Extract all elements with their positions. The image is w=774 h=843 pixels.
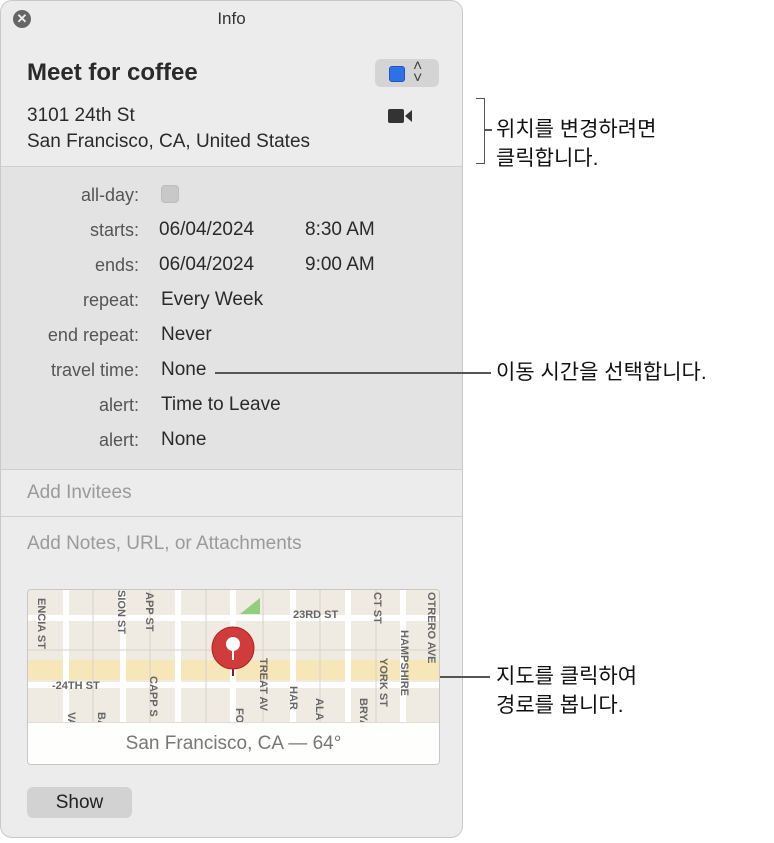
- map-caption: San Francisco, CA — 64°: [28, 722, 439, 764]
- calendar-color-swatch: [389, 66, 405, 82]
- map-street-label: ENCIA ST: [35, 598, 47, 649]
- repeat-label: repeat:: [82, 290, 139, 310]
- location-line1[interactable]: 3101 24th St: [27, 105, 135, 127]
- divider: [1, 469, 462, 470]
- callout-location-line2: 클릭합니다.: [496, 147, 599, 170]
- alert1-value[interactable]: Time to Leave: [161, 394, 281, 416]
- map-street-label: ALA: [313, 698, 325, 721]
- starts-date[interactable]: 06/04/2024: [159, 219, 254, 241]
- travel-time-label: travel time:: [50, 360, 139, 380]
- callout-map-line1: 지도를 클릭하여: [496, 665, 638, 688]
- map-street-label: FO: [233, 708, 245, 722]
- callout-map: 지도를 클릭하여 경로를 봅니다.: [496, 662, 637, 720]
- repeat-value[interactable]: Every Week: [161, 289, 263, 311]
- callout-map-line2: 경로를 봅니다.: [496, 694, 624, 717]
- map-street-label: TREAT AV: [257, 658, 269, 712]
- map-street-label: HAMPSHIRE: [398, 630, 410, 696]
- location-map[interactable]: ENCIA ST SION ST APP ST 23RD ST CT ST OT…: [27, 589, 440, 765]
- callout-location: 위치를 변경하려면 클릭합니다.: [496, 115, 656, 173]
- map-street-label: BARTLE: [95, 712, 107, 722]
- video-camera-icon[interactable]: [388, 108, 412, 124]
- event-info-popover: ✕ Info Meet for coffee ˄ ˅ 3101 24th St S…: [0, 0, 463, 838]
- map-street-label: -24TH ST: [52, 680, 100, 692]
- starts-label: starts:: [89, 220, 139, 240]
- map-street-label: VALEN: [65, 712, 77, 722]
- alert1-label: alert:: [98, 395, 139, 415]
- add-notes-field[interactable]: Add Notes, URL, or Attachments: [27, 533, 302, 555]
- map-street-label: CT ST: [371, 592, 383, 624]
- ends-time[interactable]: 9:00 AM: [305, 254, 375, 276]
- add-invitees-field[interactable]: Add Invitees: [27, 482, 132, 504]
- divider: [1, 516, 462, 517]
- callout-bracket: [476, 98, 485, 164]
- travel-time-value[interactable]: None: [161, 359, 206, 381]
- map-street-label: HAR: [287, 686, 299, 710]
- titlebar: ✕ Info: [1, 1, 462, 37]
- event-title[interactable]: Meet for coffee: [27, 59, 198, 87]
- event-details-section: [1, 167, 462, 469]
- alert2-label: alert:: [98, 430, 139, 450]
- location-line2[interactable]: San Francisco, CA, United States: [27, 131, 310, 153]
- starts-time[interactable]: 8:30 AM: [305, 219, 375, 241]
- callout-travel: 이동 시간을 선택합니다.: [496, 361, 707, 384]
- show-button[interactable]: Show: [27, 787, 132, 818]
- map-street-label: CAPP S: [147, 676, 159, 717]
- chevron-up-down-icon: ˄ ˅: [413, 58, 423, 87]
- map-street-label: APP ST: [143, 592, 155, 632]
- map-street-label: OTRERO AVE: [425, 592, 437, 664]
- allday-label: all-day:: [80, 185, 139, 205]
- allday-checkbox[interactable]: [161, 185, 179, 203]
- map-street-label: 23RD ST: [293, 609, 339, 621]
- callout-location-line1: 위치를 변경하려면: [496, 118, 657, 141]
- callout-leader: [440, 676, 490, 678]
- end-repeat-label: end repeat:: [47, 325, 139, 345]
- map-street-label: SION ST: [115, 590, 127, 634]
- end-repeat-value[interactable]: Never: [161, 324, 212, 346]
- calendar-picker[interactable]: ˄ ˅: [375, 59, 439, 87]
- callout-leader: [215, 372, 491, 374]
- map-street-label: BRYANT: [357, 698, 369, 722]
- map-graphic: ENCIA ST SION ST APP ST 23RD ST CT ST OT…: [28, 590, 439, 757]
- callout-leader: [484, 129, 492, 131]
- map-street-label: YORK ST: [377, 658, 389, 707]
- ends-label: ends:: [94, 255, 139, 275]
- ends-date[interactable]: 06/04/2024: [159, 254, 254, 276]
- window-title: Info: [217, 9, 246, 28]
- alert2-value[interactable]: None: [161, 429, 206, 451]
